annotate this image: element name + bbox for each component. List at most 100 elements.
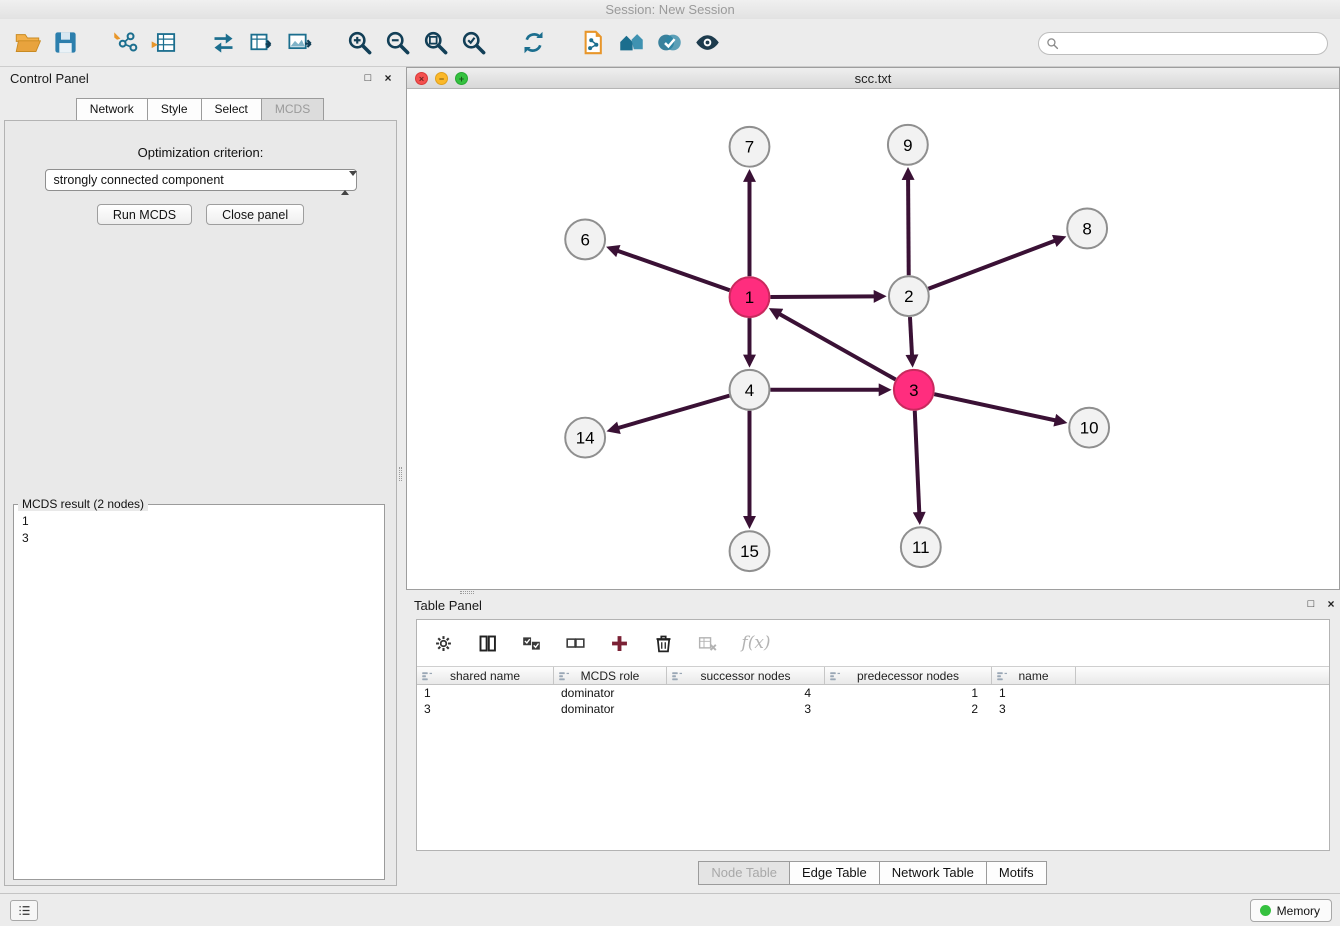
network-canvas[interactable]: 7 9 6 8 1 2 4 3 14 10 15 11 bbox=[407, 89, 1339, 589]
memory-button[interactable]: Memory bbox=[1250, 899, 1332, 922]
graph-node-7[interactable]: 7 bbox=[730, 127, 770, 167]
column-header-MCDS-role[interactable]: MCDS role bbox=[554, 667, 667, 684]
hide-selected-button[interactable] bbox=[650, 24, 688, 62]
column-header-label: successor nodes bbox=[700, 669, 790, 683]
cell-predecessor-nodes[interactable]: 2 bbox=[825, 701, 992, 717]
close-window-icon[interactable]: × bbox=[415, 72, 428, 85]
table-panel-header: Table Panel □ × bbox=[406, 595, 1340, 617]
cell-name[interactable]: 1 bbox=[992, 685, 1076, 701]
show-columns-button[interactable] bbox=[475, 631, 499, 655]
table-row[interactable]: 1dominator411 bbox=[417, 685, 1329, 701]
cell-shared-name[interactable]: 1 bbox=[417, 685, 554, 701]
tab-select[interactable]: Select bbox=[201, 98, 262, 121]
cell-name[interactable]: 3 bbox=[992, 701, 1076, 717]
deselect-all-button[interactable] bbox=[563, 631, 587, 655]
graph-node-3[interactable]: 3 bbox=[894, 370, 934, 410]
clone-network-button[interactable] bbox=[574, 24, 612, 62]
cell-MCDS-role[interactable]: dominator bbox=[554, 701, 667, 717]
optimization-criterion-select[interactable]: strongly connected component bbox=[45, 169, 357, 191]
save-session-icon bbox=[52, 29, 79, 56]
memory-status-icon bbox=[1260, 905, 1271, 916]
graph-edge-1-2[interactable] bbox=[770, 296, 875, 297]
close-panel-button[interactable]: Close panel bbox=[206, 204, 304, 225]
float-table-panel-icon[interactable]: □ bbox=[1304, 597, 1318, 611]
graph-edge-3-10[interactable] bbox=[934, 394, 1056, 420]
main-area: Control Panel □ × NetworkStyleSelectMCDS… bbox=[0, 67, 1340, 893]
delete-column-button[interactable] bbox=[651, 631, 675, 655]
column-header-name[interactable]: name bbox=[992, 667, 1076, 684]
window-title-bar[interactable]: Session: New Session bbox=[0, 0, 1340, 19]
graph-edge-2-9[interactable] bbox=[908, 179, 909, 276]
cell-MCDS-role[interactable]: dominator bbox=[554, 685, 667, 701]
graph-edge-1-6[interactable] bbox=[617, 251, 730, 291]
show-all-button[interactable] bbox=[688, 24, 726, 62]
first-neighbors-button[interactable] bbox=[612, 24, 650, 62]
tab-node-table[interactable]: Node Table bbox=[698, 861, 790, 885]
tab-network[interactable]: Network bbox=[76, 98, 148, 121]
search-box[interactable] bbox=[1038, 32, 1328, 55]
show-all-icon bbox=[694, 29, 721, 56]
task-history-button[interactable] bbox=[10, 900, 38, 921]
import-table-button[interactable] bbox=[144, 24, 182, 62]
open-session-button[interactable] bbox=[8, 24, 46, 62]
import-network-button[interactable] bbox=[106, 24, 144, 62]
graph-node-9[interactable]: 9 bbox=[888, 125, 928, 165]
graph-node-label: 1 bbox=[745, 288, 754, 307]
column-header-shared-name[interactable]: shared name bbox=[417, 667, 554, 684]
graph-edge-3-11[interactable] bbox=[915, 411, 920, 514]
tab-mcds[interactable]: MCDS bbox=[261, 98, 324, 121]
graph-node-6[interactable]: 6 bbox=[565, 219, 605, 259]
close-panel-icon[interactable]: × bbox=[381, 71, 395, 85]
export-network-button[interactable] bbox=[204, 24, 242, 62]
new-column-button[interactable] bbox=[607, 631, 631, 655]
graph-node-1[interactable]: 1 bbox=[730, 277, 770, 317]
cell-successor-nodes[interactable]: 3 bbox=[667, 701, 825, 717]
apply-layout-button[interactable] bbox=[514, 24, 552, 62]
zoom-in-button[interactable] bbox=[340, 24, 378, 62]
tab-edge-table[interactable]: Edge Table bbox=[789, 861, 880, 885]
cell-successor-nodes[interactable]: 4 bbox=[667, 685, 825, 701]
mcds-result-lines: 13 bbox=[14, 511, 384, 547]
cell-predecessor-nodes[interactable]: 1 bbox=[825, 685, 992, 701]
column-header-successor-nodes[interactable]: successor nodes bbox=[667, 667, 825, 684]
export-network-icon bbox=[210, 29, 237, 56]
export-table-icon bbox=[248, 29, 275, 56]
graph-node-2[interactable]: 2 bbox=[889, 276, 929, 316]
tab-style[interactable]: Style bbox=[147, 98, 202, 121]
zoom-out-button[interactable] bbox=[378, 24, 416, 62]
maximize-window-icon[interactable]: + bbox=[455, 72, 468, 85]
zoom-selected-button[interactable] bbox=[454, 24, 492, 62]
export-image-button[interactable] bbox=[280, 24, 318, 62]
graph-edge-3-1[interactable] bbox=[779, 314, 896, 380]
table-options-button[interactable] bbox=[431, 631, 455, 655]
search-input[interactable] bbox=[1059, 37, 1327, 51]
graph-node-10[interactable]: 10 bbox=[1069, 408, 1109, 448]
import-network-icon bbox=[112, 29, 139, 56]
graph-node-8[interactable]: 8 bbox=[1067, 209, 1107, 249]
close-table-panel-icon[interactable]: × bbox=[1324, 597, 1338, 611]
graph-node-15[interactable]: 15 bbox=[730, 531, 770, 571]
tab-motifs[interactable]: Motifs bbox=[986, 861, 1047, 885]
graph-node-14[interactable]: 14 bbox=[565, 418, 605, 458]
graph-node-4[interactable]: 4 bbox=[730, 370, 770, 410]
graph-node-11[interactable]: 11 bbox=[901, 527, 941, 567]
graph-edge-2-3[interactable] bbox=[910, 317, 912, 356]
tab-network-table[interactable]: Network Table bbox=[879, 861, 987, 885]
save-session-button[interactable] bbox=[46, 24, 84, 62]
network-window-title-bar[interactable]: × − + scc.txt bbox=[407, 68, 1339, 89]
minimize-window-icon[interactable]: − bbox=[435, 72, 448, 85]
export-table-button[interactable] bbox=[242, 24, 280, 62]
select-all-button[interactable] bbox=[519, 631, 543, 655]
table-splitter-handle[interactable] bbox=[460, 591, 474, 594]
graph-edge-2-8[interactable] bbox=[928, 240, 1055, 288]
zoom-fit-button[interactable] bbox=[416, 24, 454, 62]
cell-shared-name[interactable]: 3 bbox=[417, 701, 554, 717]
graph-edge-4-14[interactable] bbox=[618, 396, 730, 429]
float-panel-icon[interactable]: □ bbox=[361, 71, 375, 85]
panel-splitter-handle[interactable] bbox=[399, 467, 402, 481]
column-header-label: name bbox=[1018, 669, 1048, 683]
run-mcds-button[interactable]: Run MCDS bbox=[97, 204, 192, 225]
table-row[interactable]: 3dominator323 bbox=[417, 701, 1329, 717]
network-graph[interactable]: 7 9 6 8 1 2 4 3 14 10 15 11 bbox=[407, 89, 1339, 589]
column-header-predecessor-nodes[interactable]: predecessor nodes bbox=[825, 667, 992, 684]
